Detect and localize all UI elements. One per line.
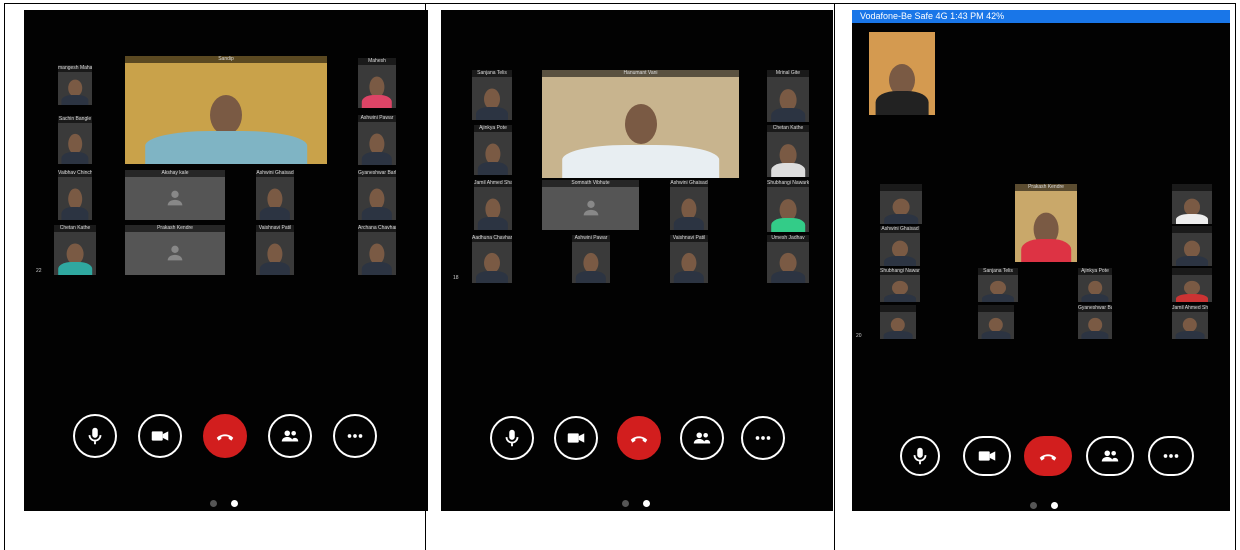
video-button[interactable]: [963, 436, 1011, 476]
main-video-tile: Hanumant Vani: [542, 70, 739, 178]
people-icon: [281, 430, 299, 442]
video-button[interactable]: [138, 414, 182, 458]
participant-tile: Vaibhav Chinchole: [58, 170, 92, 220]
person-icon: [583, 200, 598, 215]
participant-count: 20: [856, 333, 862, 339]
page-indicator: [1030, 502, 1058, 509]
participant-tile: Vaishnavi Patil: [670, 235, 708, 283]
participant-tile: Ashwini Ghaisad: [670, 180, 708, 230]
mic-button[interactable]: [900, 436, 940, 476]
mic-icon: [88, 427, 102, 445]
video-icon: [151, 431, 169, 441]
person-icon: [167, 190, 183, 205]
end-call-button[interactable]: [617, 416, 661, 460]
participants-button[interactable]: [680, 416, 724, 460]
mic-button[interactable]: [73, 414, 117, 458]
participant-tile: Jamil Ahmed Shakh Khalil: [474, 180, 512, 230]
main-speaker-name: Sandip: [125, 56, 327, 63]
table-border-right: [1235, 3, 1236, 550]
participant-tile: Sanjana Telis: [472, 70, 512, 120]
status-bar: Vodafone-Be Safe 4G 1:43 PM 42%: [852, 10, 1230, 23]
table-border-left: [4, 3, 5, 550]
main-speaker-name: Hanumant Vani: [542, 70, 739, 77]
video-icon: [978, 451, 996, 461]
participant-count: 18: [453, 275, 459, 281]
participant-tile: Vaishnavi Patil: [256, 225, 294, 275]
main-video-tile: Sandip: [125, 56, 327, 164]
more-button[interactable]: [1148, 436, 1194, 476]
mic-icon: [913, 447, 927, 465]
participant-tile: [1172, 226, 1212, 266]
participant-tile: Sachin Bangle: [58, 116, 92, 164]
main-video-tile: Prakash Kendre: [1015, 184, 1077, 262]
participant-tile: Mrinal Gite: [767, 70, 809, 122]
participant-tile: Ashwini Pawar: [358, 115, 396, 165]
participant-tile: Akshay kale: [125, 170, 225, 220]
participant-count: 22: [36, 268, 42, 274]
participants-button[interactable]: [1086, 436, 1134, 476]
table-border-top: [4, 3, 1236, 4]
call-screen-1: Sandip mangesh Mahale Sachin Bangle Vaib…: [24, 10, 428, 511]
main-speaker-name: Prakash Kendre: [1015, 184, 1077, 191]
table-divider-2: [834, 3, 835, 550]
participant-tile: Chetan Kathe: [54, 225, 96, 275]
participant-tile: Sanjana Telis: [978, 268, 1018, 302]
participant-tile: Ajinkya Pote: [474, 125, 512, 175]
end-call-button[interactable]: [1024, 436, 1072, 476]
page-indicator: [210, 500, 238, 507]
more-button[interactable]: [741, 416, 785, 460]
participant-tile: Aadhuna Chavhan: [472, 235, 512, 283]
end-call-button[interactable]: [203, 414, 247, 458]
page-indicator: [622, 500, 650, 507]
participant-tile: Gyaneshwar Barkale: [358, 170, 396, 220]
participant-tile: Somnath Vibhute: [542, 180, 639, 230]
hangup-icon: [216, 434, 234, 441]
participants-button[interactable]: [268, 414, 312, 458]
participant-tile: Chetan Kathe: [767, 125, 809, 177]
participant-tile: mangesh Mahale: [58, 65, 92, 105]
people-icon: [693, 432, 711, 444]
hangup-icon: [1039, 454, 1057, 461]
participant-tile: Ashwini Ghaisad: [880, 226, 920, 266]
participant-tile: Jamil Ahmed Shakh Khalil: [1172, 305, 1208, 339]
video-button[interactable]: [554, 416, 598, 460]
more-button[interactable]: [333, 414, 377, 458]
person-icon: [167, 245, 183, 260]
hangup-icon: [630, 436, 648, 443]
participant-tile: [978, 305, 1014, 339]
more-icon: [755, 436, 771, 440]
self-view-tile: [869, 32, 935, 115]
call-screen-3: Vodafone-Be Safe 4G 1:43 PM 42% Prakash …: [852, 10, 1230, 511]
participant-tile: [1172, 184, 1212, 224]
participant-tile: Gyaneshwar Barkale: [1078, 305, 1112, 339]
call-screen-2: Hanumant Vani Sanjana Telis Mrinal Gite …: [441, 10, 833, 511]
more-icon: [347, 434, 363, 438]
mic-icon: [505, 429, 519, 447]
participant-tile: Umesh Jadhav: [767, 235, 809, 283]
people-icon: [1101, 450, 1119, 462]
participant-tile: Prakash Kendre: [125, 225, 225, 275]
participant-tile: [880, 305, 916, 339]
more-icon: [1163, 454, 1179, 458]
participant-tile: Ashwini Ghaisad: [256, 170, 294, 220]
video-icon: [567, 433, 585, 443]
participant-tile: Shubhangi Nawarkhele: [880, 268, 920, 302]
participant-tile: Mahesh: [358, 58, 396, 108]
participant-tile: Ashwini Pawar: [572, 235, 610, 283]
participant-tile: Ajinkya Pote: [1078, 268, 1112, 302]
participant-tile: [880, 184, 922, 224]
participant-tile: [1172, 268, 1212, 302]
participant-tile: Shubhangi Nawarkhele: [767, 180, 809, 232]
participant-tile: Archana Chavhan: [358, 225, 396, 275]
mic-button[interactable]: [490, 416, 534, 460]
